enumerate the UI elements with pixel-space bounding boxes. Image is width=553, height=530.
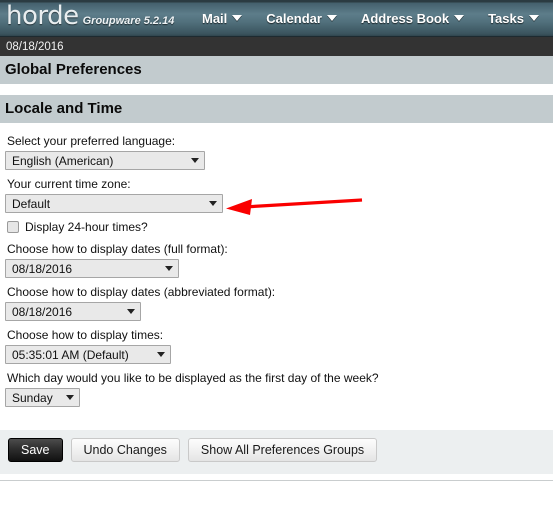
preferences-form: Select your preferred language: English … <box>0 123 553 413</box>
nav-item-address-book[interactable]: Address Book <box>349 0 476 36</box>
first-day-label: Which day would you like to be displayed… <box>7 371 379 385</box>
product-version-label: Groupware 5.2.14 <box>82 15 175 27</box>
chevron-down-icon <box>191 158 199 163</box>
chevron-down-icon <box>66 395 74 400</box>
time-format-select-value: 05:35:01 AM (Default) <box>12 347 129 362</box>
current-date-bar: 08/18/2016 <box>0 36 553 56</box>
language-select[interactable]: English (American) <box>5 151 205 170</box>
timezone-select[interactable]: Default <box>5 194 223 213</box>
date-full-select[interactable]: 08/18/2016 <box>5 259 179 278</box>
nav-item-calendar[interactable]: Calendar <box>254 0 349 36</box>
date-full-label: Choose how to display dates (full format… <box>7 242 228 256</box>
date-abbrev-label: Choose how to display dates (abbreviated… <box>7 285 276 299</box>
first-day-select-value: Sunday <box>12 390 53 405</box>
date-full-select-value: 08/18/2016 <box>12 261 73 276</box>
language-select-value: English (American) <box>12 153 114 168</box>
nav-label-address-book: Address Book <box>360 10 450 26</box>
main-navigation: Mail Calendar Address Book Tasks <box>190 0 551 36</box>
chevron-down-icon <box>232 15 243 21</box>
language-label: Select your preferred language: <box>7 134 176 148</box>
date-abbrev-select-value: 08/18/2016 <box>12 304 73 319</box>
save-button[interactable]: Save <box>8 438 63 462</box>
page-title-container: Global Preferences Locale and Time <box>0 56 553 123</box>
page-title: Global Preferences <box>0 56 553 84</box>
section-title: Locale and Time <box>0 95 553 123</box>
twentyfour-hour-label: Display 24-hour times? <box>25 220 148 234</box>
undo-changes-button[interactable]: Undo Changes <box>70 438 180 462</box>
nav-item-tasks[interactable]: Tasks <box>476 0 551 36</box>
timezone-select-value: Default <box>12 196 51 211</box>
logo-wordmark: horde <box>6 1 79 31</box>
time-format-select[interactable]: 05:35:01 AM (Default) <box>5 345 171 364</box>
nav-label-calendar: Calendar <box>266 10 322 26</box>
timezone-label: Your current time zone: <box>7 177 131 191</box>
date-abbrev-select[interactable]: 08/18/2016 <box>5 302 141 321</box>
first-day-select[interactable]: Sunday <box>5 388 80 407</box>
form-actions-bar: Save Undo Changes Show All Preferences G… <box>0 430 553 474</box>
chevron-down-icon <box>127 309 135 314</box>
nav-item-mail[interactable]: Mail <box>190 0 254 36</box>
nav-label-mail: Mail <box>202 10 228 26</box>
chevron-down-icon <box>209 201 217 206</box>
show-all-preferences-groups-button[interactable]: Show All Preferences Groups <box>187 438 378 462</box>
twentyfour-hour-row[interactable]: Display 24-hour times? <box>7 220 553 234</box>
chevron-down-icon <box>165 266 173 271</box>
brand-logo[interactable]: horde Groupware 5.2.14 <box>6 1 174 31</box>
app-header: horde Groupware 5.2.14 Mail Calendar Add… <box>0 0 553 36</box>
nav-label-tasks: Tasks <box>488 10 524 26</box>
band-separator <box>0 84 553 95</box>
chevron-down-icon <box>157 352 165 357</box>
footer-divider <box>0 480 553 481</box>
chevron-down-icon <box>528 15 539 21</box>
time-format-label: Choose how to display times: <box>7 328 164 342</box>
chevron-down-icon <box>454 15 465 21</box>
chevron-down-icon <box>326 15 337 21</box>
twentyfour-hour-checkbox[interactable] <box>7 221 19 233</box>
